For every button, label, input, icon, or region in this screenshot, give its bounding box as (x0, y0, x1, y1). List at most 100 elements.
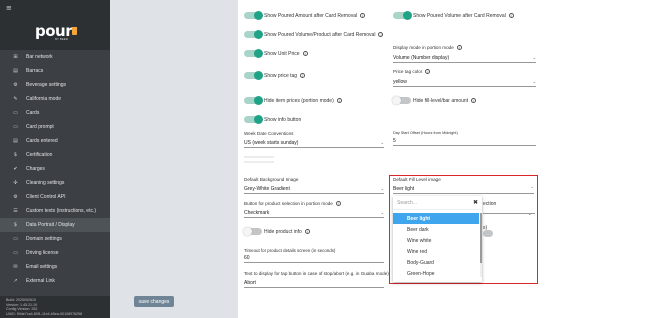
info-icon[interactable]: i (471, 98, 477, 103)
dropdown-option[interactable]: Body-Guard (393, 257, 479, 268)
poured-amount-toggle[interactable] (244, 11, 263, 20)
save-button[interactable]: save changes (134, 296, 174, 307)
info-button-toggle-row[interactable]: Show info button (244, 115, 301, 124)
price-tag-toggle[interactable] (244, 71, 263, 80)
hide-product-info-toggle[interactable] (243, 227, 262, 236)
network-icon: ⊞ (13, 54, 18, 60)
sidebar-item-label: Certification (26, 152, 53, 158)
dropdown-search[interactable]: Search... ✖ (393, 196, 482, 210)
poured-volume-product-toggle-row[interactable]: Show Poured Volume/Product after Card Re… (244, 30, 384, 39)
chevron-down-icon: ⌄ (380, 140, 384, 145)
external-link-icon: ↗ (13, 278, 18, 284)
price-tag-color-value: yellow (393, 78, 407, 85)
menu-icon[interactable]: ≡ (6, 4, 12, 12)
dropdown-options: Beer light Beer dark Wine white Wine red Bod… (393, 213, 479, 279)
sidebar-item[interactable]: ↗ External Link (0, 274, 110, 288)
sidebar-item[interactable]: $ Data Portrait / Display (0, 218, 110, 232)
sidebar-item[interactable]: $ Certification (0, 148, 110, 162)
poured-amount-label: Show Poured Amount after Card Removal (264, 12, 358, 19)
hide-product-info-toggle-row[interactable]: Hide product info i (243, 227, 310, 236)
poured-volume-toggle[interactable] (393, 11, 412, 20)
sidebar-item[interactable]: ▭ Cards (0, 106, 110, 120)
logo-byline: BY BEER (55, 37, 68, 41)
tap-text-input[interactable]: Abort (244, 278, 384, 288)
sidebar-item-label: Custom texts (instructions, etc.) (26, 208, 97, 214)
cleaning-icon: ✣ (13, 180, 18, 186)
sidebar-item-label: Cards (26, 110, 40, 116)
sidebar-item-label: Bar network (26, 54, 53, 60)
sidebar-item[interactable]: ⚙ Client Control API (0, 190, 110, 204)
info-icon[interactable]: i (335, 201, 341, 206)
display-mode-select[interactable]: Volume (Number display) ⌄ (393, 53, 536, 63)
price-tag-toggle-row[interactable]: Show price tag i (244, 71, 306, 80)
sidebar-item[interactable]: ✎ California mode (0, 92, 110, 106)
poured-volume-toggle-row[interactable]: Show Poured Volume after Card Removal i (393, 11, 514, 20)
charges-icon: ✔ (13, 166, 18, 172)
sidebar-item-label: External Link (26, 278, 55, 284)
sidebar-item[interactable]: ⚙ Beverage settings (0, 78, 110, 92)
timeout-input[interactable]: 60 (244, 253, 384, 263)
sidebar-item[interactable]: ▤ Cards entered (0, 134, 110, 148)
poured-volume-product-toggle[interactable] (244, 30, 263, 39)
hide-prices-toggle-row[interactable]: Hide item prices (portion mode) i (244, 96, 342, 105)
sidebar-item[interactable]: ▭ Driving license (0, 246, 110, 260)
dropdown-option[interactable]: Wine white (393, 235, 479, 246)
dropdown-scrollbar-thumb[interactable] (480, 213, 482, 263)
display-mode-value: Volume (Number display) (393, 54, 450, 61)
info-icon[interactable]: i (456, 45, 462, 50)
price-tag-color-label: Price tag color i (393, 69, 431, 74)
sidebar-item-label: Client Control API (26, 194, 66, 200)
email-icon: ✉ (13, 264, 18, 270)
unit-price-toggle[interactable] (244, 49, 263, 58)
sidebar-item[interactable]: ✔ Charges (0, 162, 110, 176)
sidebar-item[interactable]: ⊞ Bar network (0, 50, 110, 64)
sidebar-item[interactable]: ▤ Barracs (0, 64, 110, 78)
data-display-icon: $ (13, 222, 18, 228)
hide-product-info-label: Hide product info (264, 228, 302, 235)
info-icon[interactable]: i (378, 32, 384, 37)
card-icon: ▭ (13, 110, 18, 116)
tap-text-value: Abort (244, 279, 256, 286)
sidebar-item[interactable]: ▭ Card prompt (0, 120, 110, 134)
week-date-label: Week Date Conventions (244, 131, 294, 136)
product-selection-select[interactable]: Checkmark ⌄ (244, 208, 384, 218)
dropdown-search-input[interactable]: Search... (397, 200, 417, 206)
prompt-icon: ▭ (13, 124, 18, 130)
hide-prices-toggle[interactable] (244, 96, 263, 105)
dropdown-option[interactable]: Wine red (393, 246, 479, 257)
info-icon[interactable]: i (425, 69, 431, 74)
day-start-input[interactable]: 5 (393, 136, 536, 146)
info-icon[interactable]: i (360, 13, 366, 18)
info-icon[interactable]: i (336, 98, 342, 103)
poured-volume-label: Show Poured Volume after Card Removal (413, 12, 506, 19)
timeout-value: 60 (244, 254, 250, 261)
dropdown-option[interactable]: Beer light (393, 213, 479, 224)
sidebar-item[interactable]: ▭ Domain settings (0, 232, 110, 246)
chevron-down-icon: ⌄ (532, 79, 536, 84)
info-icon[interactable]: i (304, 229, 310, 234)
sidebar-item[interactable]: ✣ Cleaning settings (0, 176, 110, 190)
week-date-select[interactable]: US (week starts sunday) ⌄ (244, 138, 384, 148)
week-date-value: US (week starts sunday) (244, 139, 299, 146)
info-icon[interactable]: i (508, 13, 514, 18)
hide-fill-toggle-row[interactable]: Hide fill-level/bar amount i (392, 96, 477, 105)
sidebar-item-label: Data Portrait / Display (26, 222, 75, 228)
poured-amount-toggle-row[interactable]: Show Poured Amount after Card Removal i (244, 11, 366, 20)
chevron-down-icon: ⌄ (380, 186, 384, 191)
sidebar-item[interactable]: ✉ Email settings (0, 260, 110, 274)
info-icon[interactable]: i (300, 73, 306, 78)
price-tag-color-select[interactable]: yellow ⌄ (393, 77, 536, 87)
dropdown-option[interactable]: Green-Hope (393, 268, 479, 279)
sidebar-item-label: Beverage settings (26, 82, 67, 88)
hide-fill-toggle[interactable] (392, 96, 411, 105)
bg-image-select[interactable]: Grey-White Gradient ⌄ (244, 184, 384, 194)
sidebar-item[interactable]: ☰ Custom texts (instructions, etc.) (0, 204, 110, 218)
info-icon[interactable]: i (302, 51, 308, 56)
sidebar: ≡ pour BY BEER ⊞ Bar network ▤ Barracs ⚙ Beve… (0, 0, 110, 318)
api-icon: ⚙ (13, 194, 18, 200)
unit-price-toggle-row[interactable]: Show Unit Price i (244, 49, 308, 58)
sidebar-item-label: Driving license (26, 250, 59, 256)
info-button-toggle[interactable] (244, 115, 263, 124)
dropdown-option[interactable]: Beer dark (393, 224, 479, 235)
close-icon[interactable]: ✖ (473, 199, 478, 206)
